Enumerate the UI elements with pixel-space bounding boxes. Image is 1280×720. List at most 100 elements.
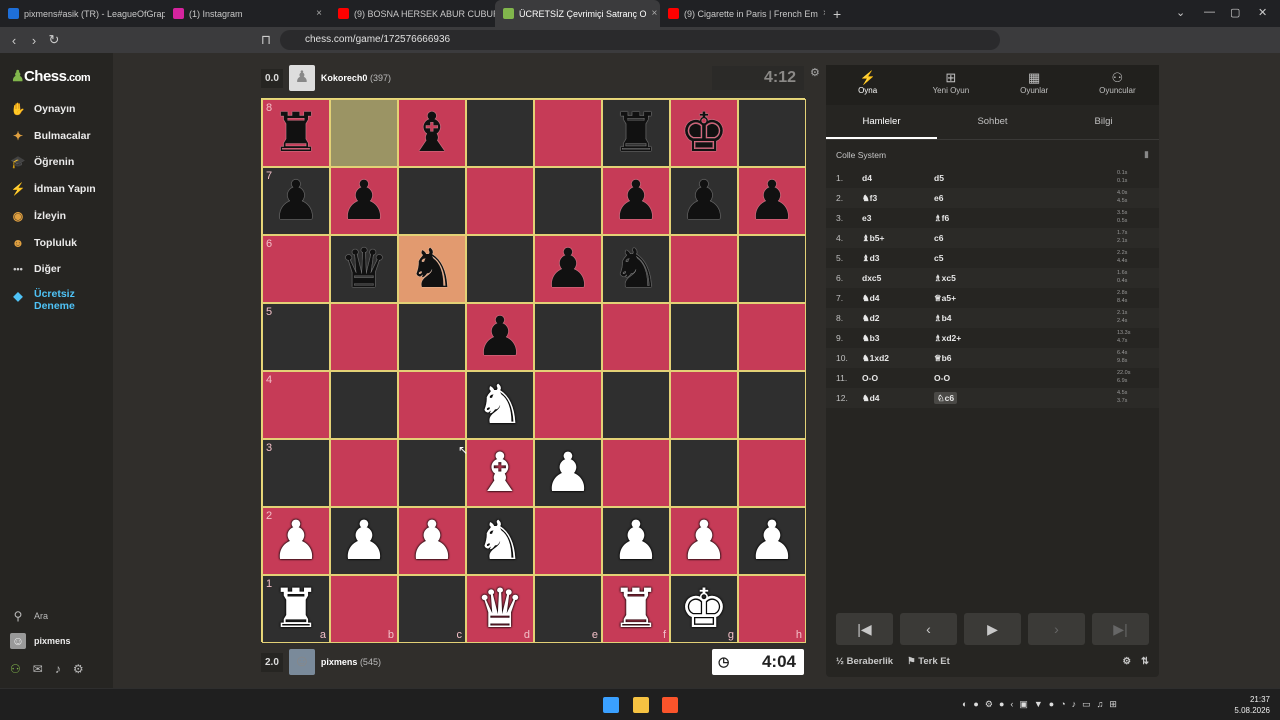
back-icon[interactable]: ‹ xyxy=(4,33,24,48)
system-clock[interactable]: 21:37 5.08.2026 xyxy=(1234,694,1270,716)
square-c5[interactable] xyxy=(398,303,466,371)
sidebar-search[interactable]: ⚲ Ara xyxy=(10,608,48,624)
top-player-name[interactable]: Kokorech0 xyxy=(321,73,368,83)
square-g1[interactable]: g ♚ xyxy=(670,575,738,643)
sidebar-item[interactable]: ◆ Ücretsiz Deneme xyxy=(10,288,84,312)
sidebar-item[interactable]: ⚡ İdman Yapın xyxy=(10,181,96,197)
square-f5[interactable] xyxy=(602,303,670,371)
square-f8[interactable]: ♜ xyxy=(602,99,670,167)
square-g7[interactable]: ♟ xyxy=(670,167,738,235)
square-d8[interactable] xyxy=(466,99,534,167)
white-move[interactable]: ♞d4 xyxy=(862,393,934,404)
square-b4[interactable] xyxy=(330,371,398,439)
browser-tab[interactable]: (1) Instagram × xyxy=(165,0,330,27)
black-knight-icon[interactable]: ♞ xyxy=(612,242,660,296)
play-button[interactable]: ▶ xyxy=(964,613,1021,645)
square-d4[interactable]: ♞ xyxy=(466,371,534,439)
white-rook-icon[interactable]: ♜ xyxy=(272,582,320,636)
white-bishop-icon[interactable]: ♝ xyxy=(476,446,524,500)
sidebar-item[interactable]: ☻ Topluluk xyxy=(10,235,77,251)
white-move[interactable]: ♞d4 xyxy=(862,293,934,304)
square-f7[interactable]: ♟ xyxy=(602,167,670,235)
black-rook-icon[interactable]: ♜ xyxy=(272,106,320,160)
black-move[interactable]: ♗f6 xyxy=(934,213,1006,224)
square-a3[interactable]: 3 xyxy=(262,439,330,507)
top-player-avatar[interactable]: ♟ xyxy=(288,65,315,91)
square-g8[interactable]: ♚ xyxy=(670,99,738,167)
square-e7[interactable] xyxy=(534,167,602,235)
square-c4[interactable] xyxy=(398,371,466,439)
square-b2[interactable]: ♟ xyxy=(330,507,398,575)
close-icon[interactable]: × xyxy=(316,8,322,19)
board-settings-icon[interactable]: ⚙ xyxy=(810,66,820,79)
square-a4[interactable]: 4 xyxy=(262,371,330,439)
black-pawn-icon[interactable]: ♟ xyxy=(748,174,796,228)
brave-browser-icon[interactable] xyxy=(662,697,678,713)
square-g2[interactable]: ♟ xyxy=(670,507,738,575)
black-pawn-icon[interactable]: ♟ xyxy=(340,174,388,228)
white-move[interactable]: ♞b3 xyxy=(862,333,934,344)
sidebar-item[interactable]: ✋ Oynayın xyxy=(10,101,76,117)
white-rook-icon[interactable]: ♜ xyxy=(612,582,660,636)
panel-tab[interactable]: ⚡ Oyna xyxy=(826,65,909,105)
white-king-icon[interactable]: ♚ xyxy=(680,582,728,636)
square-b6[interactable]: ♛ xyxy=(330,235,398,303)
square-e2[interactable] xyxy=(534,507,602,575)
black-pawn-icon[interactable]: ♟ xyxy=(612,174,660,228)
square-h2[interactable]: ♟ xyxy=(738,507,806,575)
square-h5[interactable] xyxy=(738,303,806,371)
white-pawn-icon[interactable]: ♟ xyxy=(340,514,388,568)
square-c1[interactable]: c xyxy=(398,575,466,643)
black-pawn-icon[interactable]: ♟ xyxy=(272,174,320,228)
square-g6[interactable] xyxy=(670,235,738,303)
square-a1[interactable]: 1 a ♜ xyxy=(262,575,330,643)
panel-tab[interactable]: ▦ Oyunlar xyxy=(993,65,1076,105)
black-move[interactable]: ♗xd2+ xyxy=(934,333,1006,344)
sidebar-item[interactable]: ••• Diğer xyxy=(10,261,61,277)
reload-icon[interactable]: ↻ xyxy=(44,32,64,48)
black-king-icon[interactable]: ♚ xyxy=(680,106,728,160)
square-d7[interactable] xyxy=(466,167,534,235)
minimize-icon[interactable]: — xyxy=(1204,6,1215,18)
black-pawn-icon[interactable]: ♟ xyxy=(476,310,524,364)
square-b8[interactable] xyxy=(330,99,398,167)
chesscom-logo[interactable]: ♟Chess.com xyxy=(11,67,91,85)
bottom-player-name[interactable]: pixmens xyxy=(321,657,358,667)
square-d6[interactable] xyxy=(466,235,534,303)
square-h1[interactable]: h xyxy=(738,575,806,643)
square-d3[interactable]: ♝ xyxy=(466,439,534,507)
panel-subtab[interactable]: Sohbet xyxy=(937,105,1048,139)
trash-icon[interactable]: ▮ xyxy=(1144,149,1149,160)
white-pawn-icon[interactable]: ♟ xyxy=(272,514,320,568)
new-tab-button[interactable]: + xyxy=(825,6,849,22)
sidebar-item[interactable]: ✦ Bulmacalar xyxy=(10,128,91,144)
panel-subtab[interactable]: Bilgi xyxy=(1048,105,1159,139)
black-pawn-icon[interactable]: ♟ xyxy=(544,242,592,296)
square-e6[interactable]: ♟ xyxy=(534,235,602,303)
resign-button[interactable]: ⚑ Terk Et xyxy=(907,656,950,667)
white-pawn-icon[interactable]: ♟ xyxy=(748,514,796,568)
square-g4[interactable] xyxy=(670,371,738,439)
square-a2[interactable]: 2 ♟ xyxy=(262,507,330,575)
black-move[interactable]: c6 xyxy=(934,233,1006,243)
prev-move-button[interactable]: ‹ xyxy=(900,613,957,645)
square-c3[interactable] xyxy=(398,439,466,507)
square-c6[interactable]: ♞ xyxy=(398,235,466,303)
square-f6[interactable]: ♞ xyxy=(602,235,670,303)
browser-tab[interactable]: pixmens#asik (TR) - LeagueOfGraphs× xyxy=(0,0,165,27)
white-move[interactable]: ♞d2 xyxy=(862,313,934,324)
white-pawn-icon[interactable]: ♟ xyxy=(612,514,660,568)
white-move[interactable]: dxc5 xyxy=(862,273,934,283)
black-pawn-icon[interactable]: ♟ xyxy=(680,174,728,228)
panel-subtab[interactable]: Hamleler xyxy=(826,105,937,139)
panel-tab[interactable]: ⚇ Oyuncular xyxy=(1076,65,1159,105)
windows-start-icon[interactable] xyxy=(603,697,619,713)
close-icon[interactable]: × xyxy=(652,8,658,19)
square-a7[interactable]: 7 ♟ xyxy=(262,167,330,235)
square-c8[interactable]: ♝ xyxy=(398,99,466,167)
flip-board-icon[interactable]: ⇅ xyxy=(1141,656,1149,667)
white-move[interactable]: e3 xyxy=(862,213,934,223)
square-f3[interactable] xyxy=(602,439,670,507)
square-b7[interactable]: ♟ xyxy=(330,167,398,235)
mail-icon[interactable]: ✉ xyxy=(33,662,43,676)
